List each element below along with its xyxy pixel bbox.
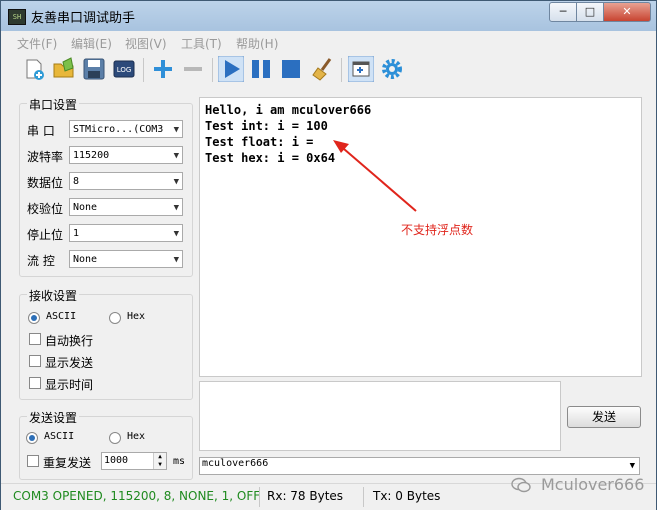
open-folder-icon[interactable] [51, 56, 77, 82]
annotation-text: 不支持浮点数 [401, 223, 474, 237]
show-time-checkbox[interactable] [29, 377, 41, 389]
chevron-down-icon: ▼ [173, 151, 179, 161]
app-icon: SH [8, 9, 26, 25]
chevron-down-icon: ▼ [629, 461, 635, 471]
toolbar-separator [143, 58, 144, 82]
maximize-button[interactable]: □ [576, 2, 604, 22]
parity-label: 校验位 [27, 202, 64, 216]
tx-count: Tx: 0 Bytes [373, 489, 441, 503]
baud-label: 波特率 [27, 150, 64, 164]
repeat-send-checkbox[interactable] [27, 455, 39, 467]
chevron-down-icon: ▼ [173, 203, 179, 213]
status-separator [259, 487, 260, 507]
receive-line: Test float: i = [205, 135, 314, 149]
port-select[interactable]: STMicro...(COM3 ▼ [69, 120, 183, 138]
receive-hex-label: Hex [127, 311, 146, 322]
main-window: SH 友善串口调试助手 ─ □ ✕ 文件(F) 编辑(E) 视图(V) 工具(T… [0, 0, 657, 510]
show-send-checkbox[interactable] [29, 355, 41, 367]
receive-settings-title: 接收设置 [27, 287, 80, 304]
svg-text:LOG: LOG [117, 66, 132, 74]
send-button[interactable]: 发送 [567, 406, 641, 428]
play-icon[interactable] [218, 56, 244, 82]
menu-file[interactable]: 文件(F) [17, 35, 57, 52]
minimize-button[interactable]: ─ [549, 2, 577, 22]
interval-unit: ms [173, 456, 186, 467]
window-title: 友善串口调试助手 [31, 11, 136, 26]
stop-icon[interactable] [278, 56, 304, 82]
broom-icon[interactable] [310, 56, 336, 82]
new-file-icon[interactable] [21, 56, 47, 82]
send-hex-radio[interactable] [109, 432, 121, 444]
parity-select[interactable]: None ▼ [69, 198, 183, 216]
receive-line: Test hex: i = 0x64 [205, 151, 336, 165]
gear-icon[interactable] [379, 56, 405, 82]
send-settings-title: 发送设置 [27, 409, 80, 426]
save-icon[interactable] [81, 56, 107, 82]
connection-status: COM3 OPENED, 115200, 8, NONE, 1, OFF [13, 489, 261, 503]
chevron-down-icon: ▼ [173, 125, 179, 135]
databits-select[interactable]: 8 ▼ [69, 172, 183, 190]
receive-ascii-label: ASCII [46, 311, 77, 322]
status-separator [363, 487, 364, 507]
send-input[interactable] [199, 381, 561, 451]
stopbits-label: 停止位 [27, 228, 64, 242]
databits-label: 数据位 [27, 176, 64, 190]
send-ascii-label: ASCII [44, 431, 75, 442]
log-icon[interactable]: LOG [111, 56, 137, 82]
window-icon[interactable] [348, 56, 374, 82]
toolbar-separator [341, 58, 342, 82]
spin-arrows-icon[interactable]: ▲ ▼ [153, 453, 166, 469]
stopbits-select[interactable]: 1 ▼ [69, 224, 183, 242]
show-time-label: 显示时间 [45, 378, 94, 392]
flow-select[interactable]: None ▼ [69, 250, 183, 268]
pause-icon[interactable] [248, 56, 274, 82]
send-hex-label: Hex [127, 431, 146, 442]
toolbar: LOG [9, 55, 649, 87]
receive-ascii-radio[interactable] [28, 312, 40, 324]
repeat-send-label: 重复发送 [43, 456, 92, 470]
menu-tools[interactable]: 工具(T) [181, 35, 222, 52]
send-history-select[interactable]: mculover666 ▼ [199, 457, 640, 475]
chevron-down-icon: ▼ [173, 229, 179, 239]
menu-edit[interactable]: 编辑(E) [71, 35, 112, 52]
chevron-down-icon: ▼ [173, 177, 179, 187]
receive-hex-radio[interactable] [109, 312, 121, 324]
send-ascii-radio[interactable] [26, 432, 38, 444]
flow-label: 流 控 [27, 254, 55, 268]
auto-wrap-checkbox[interactable] [29, 333, 41, 345]
baud-select[interactable]: 115200 ▼ [69, 146, 183, 164]
menu-view[interactable]: 视图(V) [125, 35, 167, 52]
watermark-text: Mculover666 [541, 475, 645, 494]
serial-settings-title: 串口设置 [27, 96, 80, 113]
rx-count: Rx: 78 Bytes [267, 489, 344, 503]
menu-help[interactable]: 帮助(H) [236, 35, 278, 52]
title-bar[interactable]: SH 友善串口调试助手 ─ □ ✕ [1, 1, 656, 31]
show-send-label: 显示发送 [45, 356, 94, 370]
receive-line: Hello, i am mculover666 [205, 103, 372, 117]
receive-line: Test int: i = 100 [205, 119, 328, 133]
menu-bar: 文件(F) 编辑(E) 视图(V) 工具(T) 帮助(H) [1, 31, 656, 53]
close-button[interactable]: ✕ [603, 2, 651, 22]
wechat-icon [511, 477, 531, 493]
port-label: 串 口 [27, 124, 55, 138]
auto-wrap-label: 自动换行 [45, 334, 94, 348]
annotation-arrow-icon [333, 140, 417, 212]
chevron-down-icon: ▼ [173, 255, 179, 265]
plus-icon[interactable] [150, 56, 176, 82]
interval-stepper[interactable]: 1000 ▲ ▼ [101, 452, 167, 470]
toolbar-separator [212, 58, 213, 82]
minus-icon[interactable] [180, 56, 206, 82]
